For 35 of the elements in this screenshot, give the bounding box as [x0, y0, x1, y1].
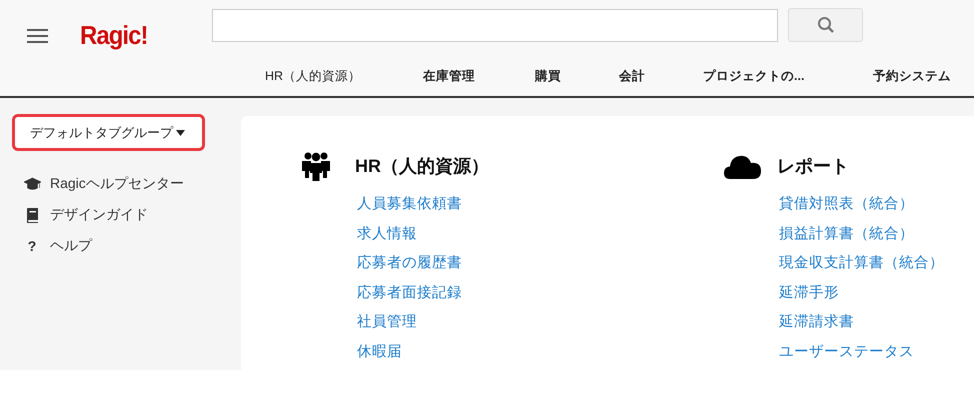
search-field[interactable] [212, 8, 778, 42]
sidebar-link[interactable]: Ragicヘルプセンター [50, 175, 184, 193]
sheet-link[interactable]: 延滞手形 [779, 282, 974, 304]
sheet-link[interactable]: 人員募集依頼書 [357, 193, 724, 216]
tab-group-dropdown[interactable]: デフォルトタブグループ [12, 114, 205, 151]
question-icon: ? [28, 238, 36, 254]
sheet-link[interactable]: 休暇届 [357, 340, 724, 363]
nav-tab[interactable]: 会計 [619, 68, 645, 85]
nav-tab[interactable]: HR（人的資源） [265, 68, 362, 85]
search-icon [816, 16, 834, 34]
nav-tab[interactable]: 購買 [535, 68, 561, 85]
sheet-link[interactable]: 延滞請求書 [779, 311, 974, 334]
nav-tab[interactable]: 予約システム [873, 68, 951, 85]
sheet-link[interactable]: 貸借対照表（統合） [779, 193, 974, 216]
sheet-link[interactable]: 応募者面接記録 [357, 282, 724, 304]
caret-icon [176, 130, 185, 136]
nav-tab[interactable]: プロジェクトの... [703, 68, 804, 85]
nav-tab[interactable]: 在庫管理 [423, 68, 475, 85]
section-title: レポート [777, 155, 849, 178]
book-icon [26, 208, 38, 222]
people-icon [302, 151, 330, 181]
logo[interactable]: Ragic! [80, 20, 202, 50]
sheet-link[interactable]: 社員管理 [357, 311, 724, 334]
sheet-link[interactable]: 求人情報 [357, 222, 724, 245]
search-button[interactable] [788, 8, 863, 42]
sheet-link[interactable]: 応募者の履歴書 [357, 252, 724, 274]
sheet-link[interactable]: 現金収支計算書（統合） [779, 252, 974, 274]
graduation-cap-icon [24, 177, 40, 191]
sidebar-link[interactable]: ヘルプ [50, 237, 92, 255]
menu-icon[interactable] [27, 28, 48, 44]
section-title: HR（人的資源） [355, 155, 489, 178]
sidebar-link[interactable]: デザインガイド [50, 206, 148, 224]
sheet-link[interactable]: ユーザーステータス [779, 340, 974, 363]
sheet-link[interactable]: 損益計算書（統合） [779, 222, 974, 245]
cloud-icon [724, 154, 761, 178]
